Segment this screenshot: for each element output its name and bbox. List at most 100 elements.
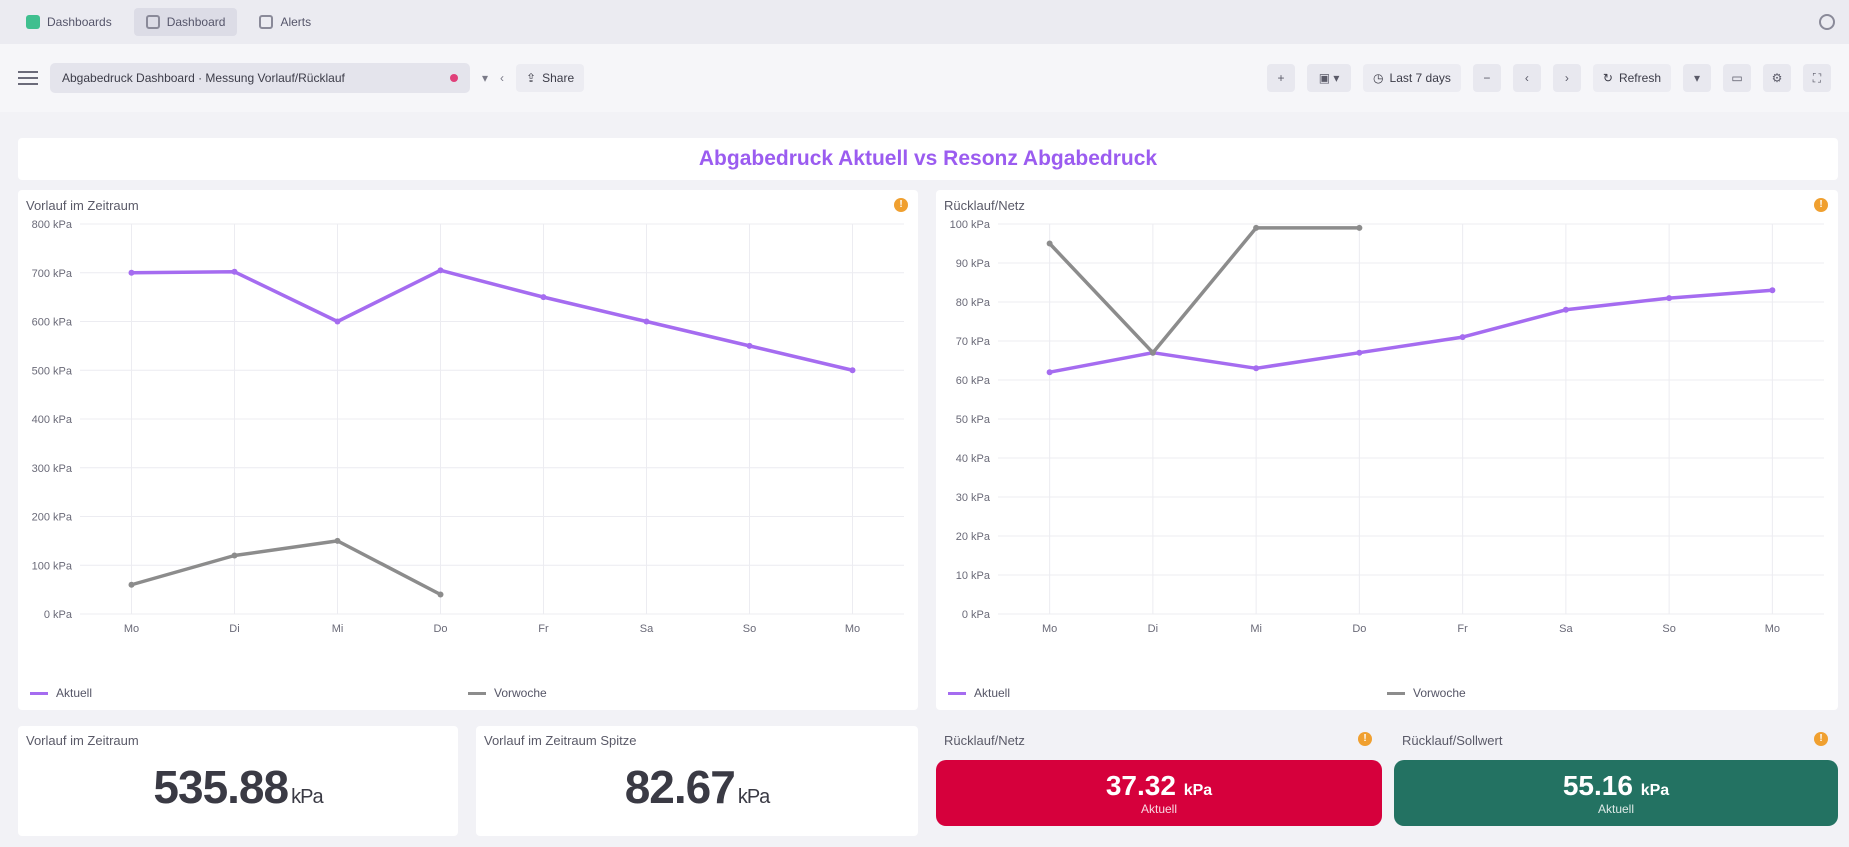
- y-tick-label: 500 kPa: [32, 365, 73, 377]
- refresh-interval-dropdown[interactable]: ▾: [1683, 64, 1711, 92]
- series-line-aktuell: [129, 268, 855, 372]
- data-point: [540, 294, 547, 301]
- page-title-panel: Abgabedruck Aktuell vs Resonz Abgabedruc…: [18, 138, 1838, 180]
- y-tick-label: 20 kPa: [956, 531, 991, 543]
- stat-number: 82.67: [624, 761, 736, 813]
- y-tick-label: 600 kPa: [32, 317, 73, 329]
- gear-icon[interactable]: [1819, 14, 1835, 30]
- data-point: [334, 537, 341, 544]
- line-chart-ruecklauf[interactable]: 0 kPa 10 kPa 20 kPa 30 kPa 40 kPa 50 kPa 60 kP…: [936, 210, 1838, 680]
- chart-legend: Aktuell Vorwoche: [948, 686, 1826, 700]
- y-tick-label: 400 kPa: [32, 414, 73, 426]
- data-point: [1356, 224, 1363, 231]
- x-tick-label: Mo: [124, 623, 139, 635]
- tab-strip: Dashboards Dashboard Alerts: [0, 0, 1849, 44]
- add-panel-icon[interactable]: +: [1267, 64, 1296, 92]
- data-point: [128, 269, 135, 276]
- refresh-label: Refresh: [1618, 71, 1661, 85]
- stat-panel-vorlauf-spitze[interactable]: Vorlauf im Zeitraum Spitze 82.67 kPa: [476, 726, 918, 836]
- status-tile-ruecklauf-netz[interactable]: 37.32 kPa Aktuell: [936, 760, 1382, 826]
- tile-unit: kPa: [1183, 782, 1213, 799]
- x-tick-label: Mo: [1765, 623, 1780, 635]
- warning-icon[interactable]: !: [1814, 732, 1828, 746]
- data-point: [1046, 240, 1053, 247]
- tab-alerts[interactable]: Alerts: [247, 8, 323, 36]
- data-point: [1356, 349, 1363, 356]
- dashboard-icon: [145, 15, 160, 29]
- data-point: [1666, 295, 1673, 302]
- x-tick-label: Mi: [332, 623, 344, 635]
- tab-label: Alerts: [280, 15, 312, 29]
- chart-panel-ruecklauf[interactable]: Rücklauf/Netz ! 0 kPa 10 kPa 20 kPa 30 kPa 4…: [936, 190, 1838, 710]
- time-range-picker[interactable]: ◷ Last 7 days: [1363, 64, 1461, 92]
- stat-title: Rücklauf/Netz: [944, 733, 1025, 748]
- chevron-down-icon[interactable]: ▾: [482, 71, 488, 85]
- tile-unit: kPa: [1640, 782, 1670, 799]
- x-tick-label: Fr: [538, 623, 549, 635]
- stat-value: 535.88 kPa: [18, 760, 458, 814]
- share-label: Share: [542, 71, 575, 85]
- dashboard-toolbar: Abgabedruck Dashboard · Messung Vorlauf/…: [0, 44, 1849, 112]
- refresh-icon: ↻: [1602, 71, 1613, 85]
- tab-dashboards[interactable]: Dashboards: [14, 8, 124, 36]
- time-range-label: Last 7 days: [1389, 71, 1451, 85]
- zoom-out-icon[interactable]: −: [1472, 64, 1501, 92]
- tab-label: Dashboard: [166, 15, 226, 29]
- data-point: [1253, 365, 1260, 372]
- status-dot-icon: [450, 74, 458, 82]
- legend-label: Vorwoche: [1413, 686, 1466, 700]
- status-tile-ruecklauf-sollwert[interactable]: 55.16 kPa Aktuell: [1394, 760, 1838, 826]
- chevron-left-icon[interactable]: ‹: [500, 71, 504, 85]
- menu-icon[interactable]: [18, 71, 38, 85]
- stat-title: Vorlauf im Zeitraum Spitze: [484, 733, 637, 748]
- legend-label: Vorwoche: [494, 686, 547, 700]
- data-point: [128, 581, 135, 588]
- tile-subtitle: Aktuell: [1597, 802, 1635, 816]
- stat-panel-vorlauf[interactable]: Vorlauf im Zeitraum 535.88 kPa: [18, 726, 458, 836]
- time-back-icon[interactable]: ‹: [1512, 64, 1541, 92]
- x-tick-label: So: [743, 623, 756, 635]
- legend-item-vorwoche[interactable]: Vorwoche: [468, 686, 906, 700]
- y-tick-label: 700 kPa: [32, 268, 73, 280]
- x-tick-label: Fr: [1457, 623, 1468, 635]
- share-button[interactable]: ⇪ Share: [516, 64, 585, 92]
- x-tick-label: Di: [229, 623, 239, 635]
- series-line-vorwoche: [1047, 226, 1362, 355]
- line-chart-vorlauf[interactable]: 0 kPa 100 kPa 200 kPa 300 kPa 400 kPa 500 kPa…: [18, 210, 918, 680]
- tab-dashboard[interactable]: Dashboard: [133, 8, 238, 36]
- x-tick-label: Sa: [1559, 623, 1573, 635]
- legend-item-aktuell[interactable]: Aktuell: [948, 686, 1387, 700]
- chart-panel-vorlauf[interactable]: Vorlauf im Zeitraum ! 0 kPa 100 kPa 200 kP…: [18, 190, 918, 710]
- stat-value: 82.67 kPa: [476, 760, 918, 814]
- tile-value: 55.16: [1562, 770, 1633, 801]
- data-point: [849, 367, 856, 374]
- y-tick-label: 40 kPa: [956, 453, 991, 465]
- legend-swatch-icon: [948, 691, 966, 695]
- y-tick-label: 300 kPa: [32, 463, 73, 475]
- settings-icon[interactable]: ⚙: [1763, 64, 1791, 92]
- legend-swatch-icon: [30, 691, 48, 695]
- legend-item-vorwoche[interactable]: Vorwoche: [1387, 686, 1826, 700]
- legend-label: Aktuell: [56, 686, 93, 700]
- y-tick-label: 30 kPa: [956, 492, 991, 504]
- y-tick-label: 80 kPa: [956, 297, 991, 309]
- alerts-icon: [259, 15, 274, 29]
- legend-item-aktuell[interactable]: Aktuell: [30, 686, 468, 700]
- x-tick-label: Do: [1352, 623, 1366, 635]
- refresh-button[interactable]: ↻ Refresh: [1592, 64, 1671, 92]
- view-mode-icon[interactable]: ▭: [1723, 64, 1751, 92]
- time-forward-icon[interactable]: ›: [1552, 64, 1581, 92]
- data-point: [437, 591, 444, 598]
- kiosk-mode-icon[interactable]: ⛶: [1803, 64, 1831, 92]
- save-icon[interactable]: ▣ ▾: [1307, 64, 1352, 92]
- dashboard-selector[interactable]: Abgabedruck Dashboard · Messung Vorlauf/…: [50, 63, 470, 93]
- x-tick-label: Mo: [845, 623, 860, 635]
- stat-number: 535.88: [153, 761, 289, 813]
- series-line-vorwoche: [129, 539, 443, 597]
- y-tick-label: 0 kPa: [44, 609, 73, 621]
- stat-unit: kPa: [737, 786, 770, 808]
- clock-icon: ◷: [1373, 71, 1384, 85]
- data-point: [231, 552, 238, 559]
- y-tick-label: 90 kPa: [956, 258, 991, 270]
- warning-icon[interactable]: !: [1358, 732, 1372, 746]
